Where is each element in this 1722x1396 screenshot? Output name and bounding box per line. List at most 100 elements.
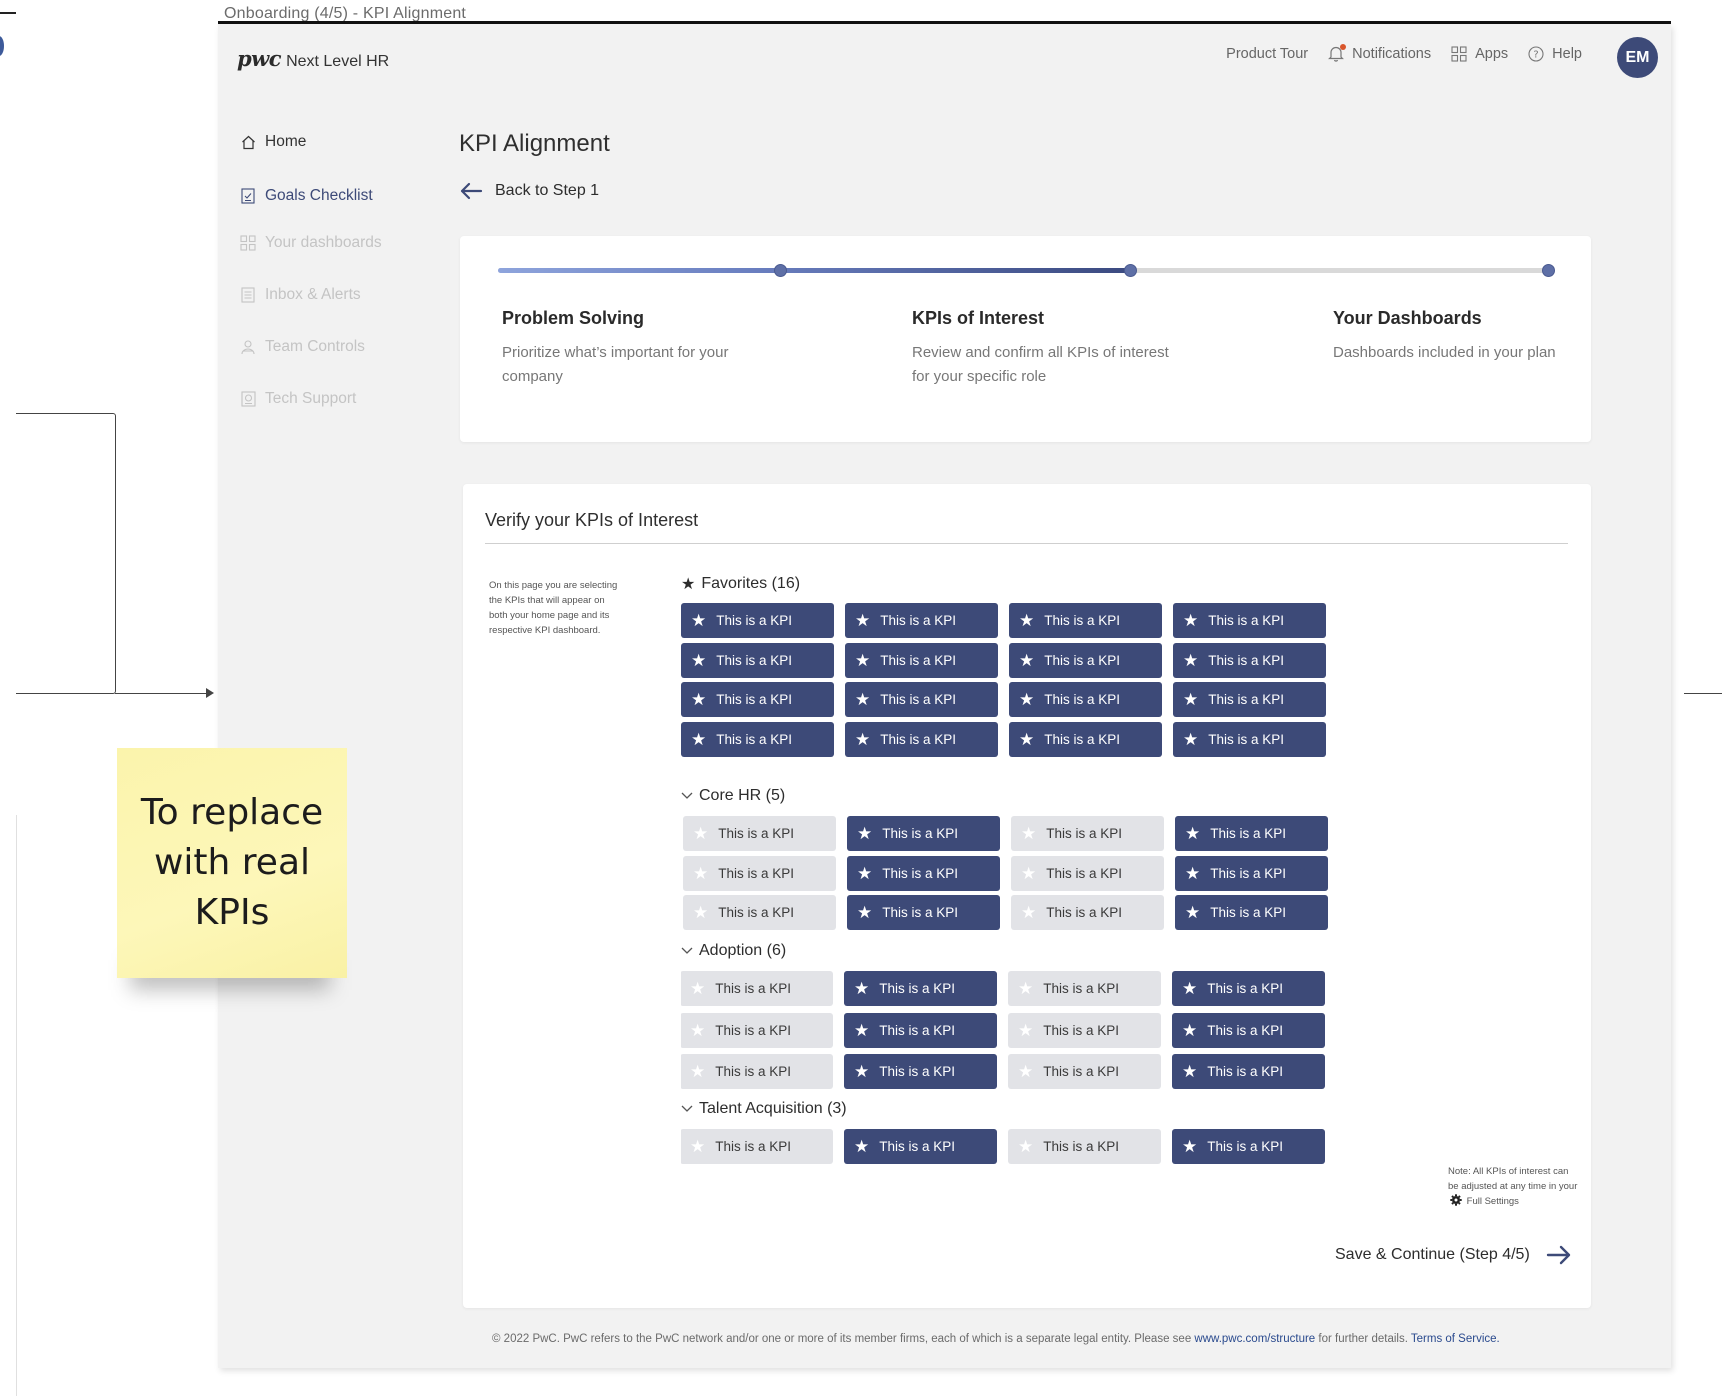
star-icon[interactable]: ★ [691,731,706,748]
star-icon[interactable]: ★ [691,691,706,708]
kpi-chip[interactable]: ★ This is a KPI [844,1012,997,1048]
footer-terms-link[interactable]: Terms of Service. [1411,1333,1500,1345]
kpi-chip[interactable]: ★ This is a KPI [845,721,998,757]
kpi-chip[interactable]: ★ This is a KPI [681,1012,833,1048]
star-icon[interactable]: ★ [1182,1063,1197,1080]
kpi-chip[interactable]: ★ This is a KPI [1172,971,1325,1006]
star-icon[interactable]: ★ [1185,904,1200,921]
star-icon[interactable]: ★ [854,980,869,997]
kpi-chip[interactable]: ★ This is a KPI [1008,1129,1161,1164]
star-icon[interactable]: ★ [857,904,872,921]
user-avatar[interactable]: EM [1617,37,1658,78]
star-icon[interactable]: ★ [693,825,708,842]
star-icon[interactable]: ★ [855,691,870,708]
star-icon[interactable]: ★ [854,1138,869,1155]
kpi-chip[interactable]: ★ This is a KPI [847,855,1000,891]
kpi-chip[interactable]: ★ This is a KPI [845,682,998,717]
star-icon[interactable]: ★ [1018,1022,1033,1039]
kpi-chip[interactable]: ★ This is a KPI [1172,1012,1325,1048]
kpi-chip[interactable]: ★ This is a KPI [1011,855,1164,891]
star-icon[interactable]: ★ [1185,865,1200,882]
kpi-group-header[interactable]: Adoption (6) [681,942,786,960]
kpi-chip[interactable]: ★ This is a KPI [1173,642,1326,678]
kpi-chip[interactable]: ★ This is a KPI [844,1054,997,1089]
star-icon[interactable]: ★ [1019,691,1034,708]
star-icon[interactable]: ★ [693,865,708,882]
kpi-chip[interactable]: ★ This is a KPI [1009,682,1162,717]
kpi-group-header[interactable]: ★ Favorites (16) [681,574,800,594]
star-icon[interactable]: ★ [1183,652,1198,669]
kpi-chip[interactable]: ★ This is a KPI [683,816,836,851]
star-icon[interactable]: ★ [1182,1138,1197,1155]
star-icon[interactable]: ★ [690,980,705,997]
kpi-chip[interactable]: ★ This is a KPI [681,1129,833,1164]
star-icon[interactable]: ★ [1183,612,1198,629]
kpi-chip[interactable]: ★ This is a KPI [1172,1129,1325,1164]
kpi-chip[interactable]: ★ This is a KPI [683,855,836,891]
star-icon[interactable]: ★ [1183,691,1198,708]
star-icon[interactable]: ★ [691,612,706,629]
kpi-chip[interactable]: ★ This is a KPI [683,895,836,930]
kpi-chip[interactable]: ★ This is a KPI [681,642,834,678]
nav-product-tour[interactable]: Product Tour [1226,46,1308,62]
star-icon[interactable]: ★ [690,1138,705,1155]
sticky-note[interactable]: To replace with real KPIs [117,748,347,978]
sidebar-item-home[interactable]: Home [240,130,306,154]
save-continue-button[interactable]: Save & Continue (Step 4/5) [1335,1244,1572,1266]
kpi-chip[interactable]: ★ This is a KPI [845,642,998,678]
kpi-chip[interactable]: ★ This is a KPI [1173,603,1326,638]
back-button[interactable]: Back to Step 1 [459,181,599,201]
star-icon[interactable]: ★ [1019,731,1034,748]
kpi-chip[interactable]: ★ This is a KPI [1172,1054,1325,1089]
kpi-chip[interactable]: ★ This is a KPI [1009,603,1162,638]
kpi-group-header[interactable]: Core HR (5) [681,787,785,805]
star-icon[interactable]: ★ [1021,904,1036,921]
nav-notifications[interactable]: Notifications [1328,44,1431,62]
star-icon[interactable]: ★ [857,825,872,842]
kpi-chip[interactable]: ★ This is a KPI [1008,1012,1161,1048]
footer-structure-link[interactable]: www.pwc.com/structure [1194,1333,1315,1345]
kpi-chip[interactable]: ★ This is a KPI [844,1129,997,1164]
kpi-chip[interactable]: ★ This is a KPI [847,895,1000,930]
kpi-group-header[interactable]: Talent Acquisition (3) [681,1100,847,1118]
star-icon[interactable]: ★ [690,1063,705,1080]
star-icon[interactable]: ★ [1185,825,1200,842]
star-icon[interactable]: ★ [1018,1138,1033,1155]
star-icon[interactable]: ★ [857,865,872,882]
kpi-chip[interactable]: ★ This is a KPI [1009,721,1162,757]
kpi-chip[interactable]: ★ This is a KPI [1173,721,1326,757]
nav-apps[interactable]: Apps [1451,46,1508,62]
star-icon[interactable]: ★ [1018,1063,1033,1080]
kpi-chip[interactable]: ★ This is a KPI [1009,642,1162,678]
kpi-chip[interactable]: ★ This is a KPI [681,603,834,638]
kpi-chip[interactable]: ★ This is a KPI [681,721,834,757]
star-icon[interactable]: ★ [855,612,870,629]
kpi-scroll-area[interactable]: ★ Favorites (16) ★ This is a KPI ★ This is a … [681,574,1381,1188]
star-icon[interactable]: ★ [1019,652,1034,669]
star-icon[interactable]: ★ [854,1063,869,1080]
star-icon[interactable]: ★ [855,731,870,748]
nav-help[interactable]: ? Help [1528,46,1582,62]
kpi-chip[interactable]: ★ This is a KPI [1175,895,1328,930]
sidebar-item-goals-checklist[interactable]: Goals Checklist [240,184,373,208]
kpi-chip[interactable]: ★ This is a KPI [1008,971,1161,1006]
star-icon[interactable]: ★ [854,1022,869,1039]
kpi-chip[interactable]: ★ This is a KPI [845,603,998,638]
star-icon[interactable]: ★ [1019,612,1034,629]
kpi-chip[interactable]: ★ This is a KPI [1173,682,1326,717]
star-icon[interactable]: ★ [1021,865,1036,882]
star-icon[interactable]: ★ [1018,980,1033,997]
kpi-chip[interactable]: ★ This is a KPI [844,971,997,1006]
full-settings-link[interactable]: Full Settings [1467,1196,1519,1207]
kpi-chip[interactable]: ★ This is a KPI [1008,1054,1161,1089]
kpi-chip[interactable]: ★ This is a KPI [1011,816,1164,851]
kpi-chip[interactable]: ★ This is a KPI [847,816,1000,851]
kpi-chip[interactable]: ★ This is a KPI [681,1054,833,1089]
star-icon[interactable]: ★ [1021,825,1036,842]
kpi-chip[interactable]: ★ This is a KPI [1175,816,1328,851]
star-icon[interactable]: ★ [1182,1022,1197,1039]
star-icon[interactable]: ★ [690,1022,705,1039]
star-icon[interactable]: ★ [1182,980,1197,997]
kpi-chip[interactable]: ★ This is a KPI [681,971,833,1006]
star-icon[interactable]: ★ [1183,731,1198,748]
